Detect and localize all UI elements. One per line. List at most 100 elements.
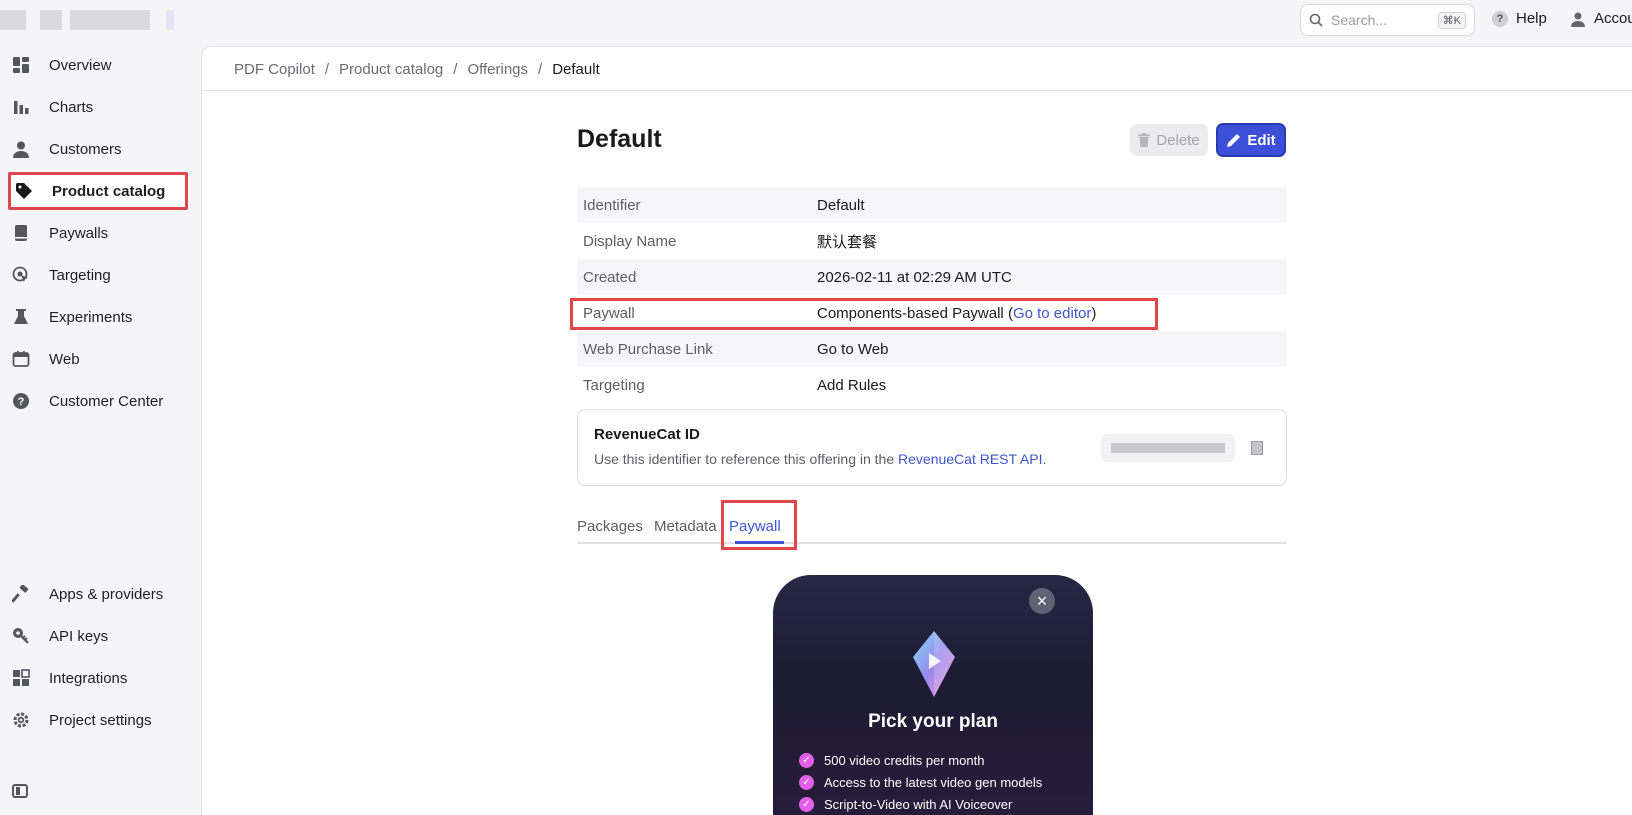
support-icon: ? — [11, 391, 31, 411]
sidebar-item-label: Integrations — [49, 669, 128, 687]
sidebar-item-targeting[interactable]: Targeting — [8, 256, 188, 294]
close-icon[interactable]: × — [1029, 588, 1055, 614]
copy-icon[interactable] — [1251, 441, 1263, 455]
add-rules-link[interactable]: Add Rules — [817, 377, 886, 394]
hammer-icon — [11, 584, 31, 604]
sidebar-item-apps-providers[interactable]: Apps & providers — [8, 575, 188, 613]
search-shortcut: ⌘K — [1437, 11, 1466, 29]
breadcrumb: PDF Copilot / Product catalog / Offering… — [234, 61, 600, 78]
breadcrumb-item-offerings[interactable]: Offerings — [467, 61, 528, 78]
breadcrumb-item-project[interactable]: PDF Copilot — [234, 61, 315, 78]
sidebar: Overview Charts Customers Product catalo… — [0, 46, 200, 815]
svg-text:?: ? — [18, 396, 25, 408]
rest-api-link[interactable]: RevenueCat REST API — [898, 451, 1042, 467]
breadcrumb-item-product-catalog[interactable]: Product catalog — [339, 61, 443, 78]
gem-logo-icon — [913, 631, 955, 697]
gear-icon — [11, 710, 31, 730]
check-icon: ✓ — [799, 775, 814, 790]
help-button[interactable]: ? Help — [1492, 10, 1547, 27]
tab-packages[interactable]: Packages — [577, 518, 643, 535]
breadcrumb-separator: / — [453, 61, 458, 78]
sidebar-item-customer-center[interactable]: ? Customer Center — [8, 382, 188, 420]
check-icon: ✓ — [799, 753, 814, 768]
sidebar-item-web[interactable]: Web — [8, 340, 188, 378]
breadcrumb-separator: / — [538, 61, 543, 78]
offering-id-value — [1101, 434, 1235, 462]
account-label: Accou — [1594, 10, 1632, 27]
breadcrumb-current: Default — [552, 61, 600, 78]
tab-metadata[interactable]: Metadata — [654, 518, 717, 535]
paywall-tab-highlight — [721, 500, 797, 550]
bar-chart-icon — [11, 97, 31, 117]
sidebar-item-label: Paywalls — [49, 224, 109, 242]
feature-item: ✓ Script-to-Video with AI Voiceover — [799, 797, 1012, 812]
delete-button[interactable]: Delete — [1130, 124, 1208, 156]
row-value: Default — [817, 196, 865, 214]
sidebar-item-product-catalog[interactable]: Product catalog — [8, 172, 188, 210]
sidebar-item-label: Customer Center — [49, 392, 164, 410]
table-row: Web Purchase Link Go to Web — [577, 331, 1287, 367]
table-row: Created 2026-02-11 at 02:29 AM UTC — [577, 259, 1287, 295]
details-table: Identifier Default Display Name 默认套餐 Cre… — [570, 187, 1287, 403]
sidebar-item-experiments[interactable]: Experiments — [8, 298, 188, 336]
sidebar-item-overview[interactable]: Overview — [8, 46, 188, 84]
row-key: Targeting — [583, 376, 645, 394]
project-switcher[interactable] — [0, 6, 190, 34]
puzzle-icon — [11, 668, 31, 688]
sidebar-item-customers[interactable]: Customers — [8, 130, 188, 168]
table-row: Targeting Add Rules — [577, 367, 1287, 403]
revenuecat-id-card: RevenueCat ID Use this identifier to ref… — [577, 409, 1287, 486]
feature-item: ✓ Access to the latest video gen models — [799, 775, 1042, 790]
row-key: Created — [583, 268, 637, 286]
paywall-row-highlight — [570, 298, 1158, 330]
sidebar-item-integrations[interactable]: Integrations — [8, 659, 188, 697]
tag-icon — [14, 181, 34, 201]
check-icon: ✓ — [799, 797, 814, 812]
sidebar-item-label: Project settings — [49, 711, 152, 729]
top-bar: Search... ⌘K ? Help Accou — [0, 0, 1632, 46]
person-icon — [1571, 12, 1585, 27]
divider — [202, 90, 1632, 91]
breadcrumb-separator: / — [324, 61, 330, 78]
target-icon — [11, 265, 31, 285]
preview-headline: Pick your plan — [868, 711, 998, 732]
book-icon — [11, 223, 31, 243]
grid-icon — [11, 55, 31, 75]
sidebar-toggle-icon[interactable] — [12, 784, 28, 798]
search-icon — [1309, 13, 1323, 27]
sidebar-item-label: Apps & providers — [49, 585, 164, 603]
sidebar-item-label: Product catalog — [52, 182, 166, 200]
delete-label: Delete — [1156, 131, 1200, 149]
help-icon: ? — [1492, 10, 1508, 27]
sidebar-item-label: API keys — [49, 627, 109, 645]
calendar-icon — [11, 349, 31, 369]
card-title: RevenueCat ID — [594, 426, 700, 443]
sidebar-item-charts[interactable]: Charts — [8, 88, 188, 126]
sidebar-item-paywalls[interactable]: Paywalls — [8, 214, 188, 252]
tab-bar: Packages Metadata Paywall — [577, 508, 1287, 544]
account-button[interactable]: Accou — [1570, 10, 1632, 27]
search-input[interactable]: Search... ⌘K — [1300, 4, 1475, 36]
main-panel: PDF Copilot / Product catalog / Offering… — [201, 46, 1632, 815]
flask-icon — [11, 307, 31, 327]
row-key: Identifier — [583, 196, 641, 214]
table-row: Identifier Default — [577, 187, 1287, 223]
trash-icon — [1138, 133, 1151, 147]
help-label: Help — [1516, 10, 1547, 27]
pencil-icon — [1227, 133, 1241, 147]
sidebar-item-project-settings[interactable]: Project settings — [8, 701, 188, 739]
feature-item: ✓ 500 video credits per month — [799, 753, 984, 768]
paywall-preview: × Pick your plan ✓ 500 video credits per… — [773, 575, 1093, 815]
table-row: Display Name 默认套餐 — [577, 223, 1287, 259]
row-key: Web Purchase Link — [583, 340, 713, 358]
person-icon — [11, 139, 31, 159]
key-icon — [11, 626, 31, 646]
sidebar-item-label: Overview — [49, 56, 112, 74]
row-key: Display Name — [583, 232, 677, 250]
sidebar-item-label: Targeting — [49, 266, 111, 284]
sidebar-item-label: Charts — [49, 98, 94, 116]
sidebar-item-api-keys[interactable]: API keys — [8, 617, 188, 655]
edit-button[interactable]: Edit — [1216, 123, 1286, 157]
go-to-web-link[interactable]: Go to Web — [817, 341, 888, 358]
page-title: Default — [577, 125, 662, 153]
